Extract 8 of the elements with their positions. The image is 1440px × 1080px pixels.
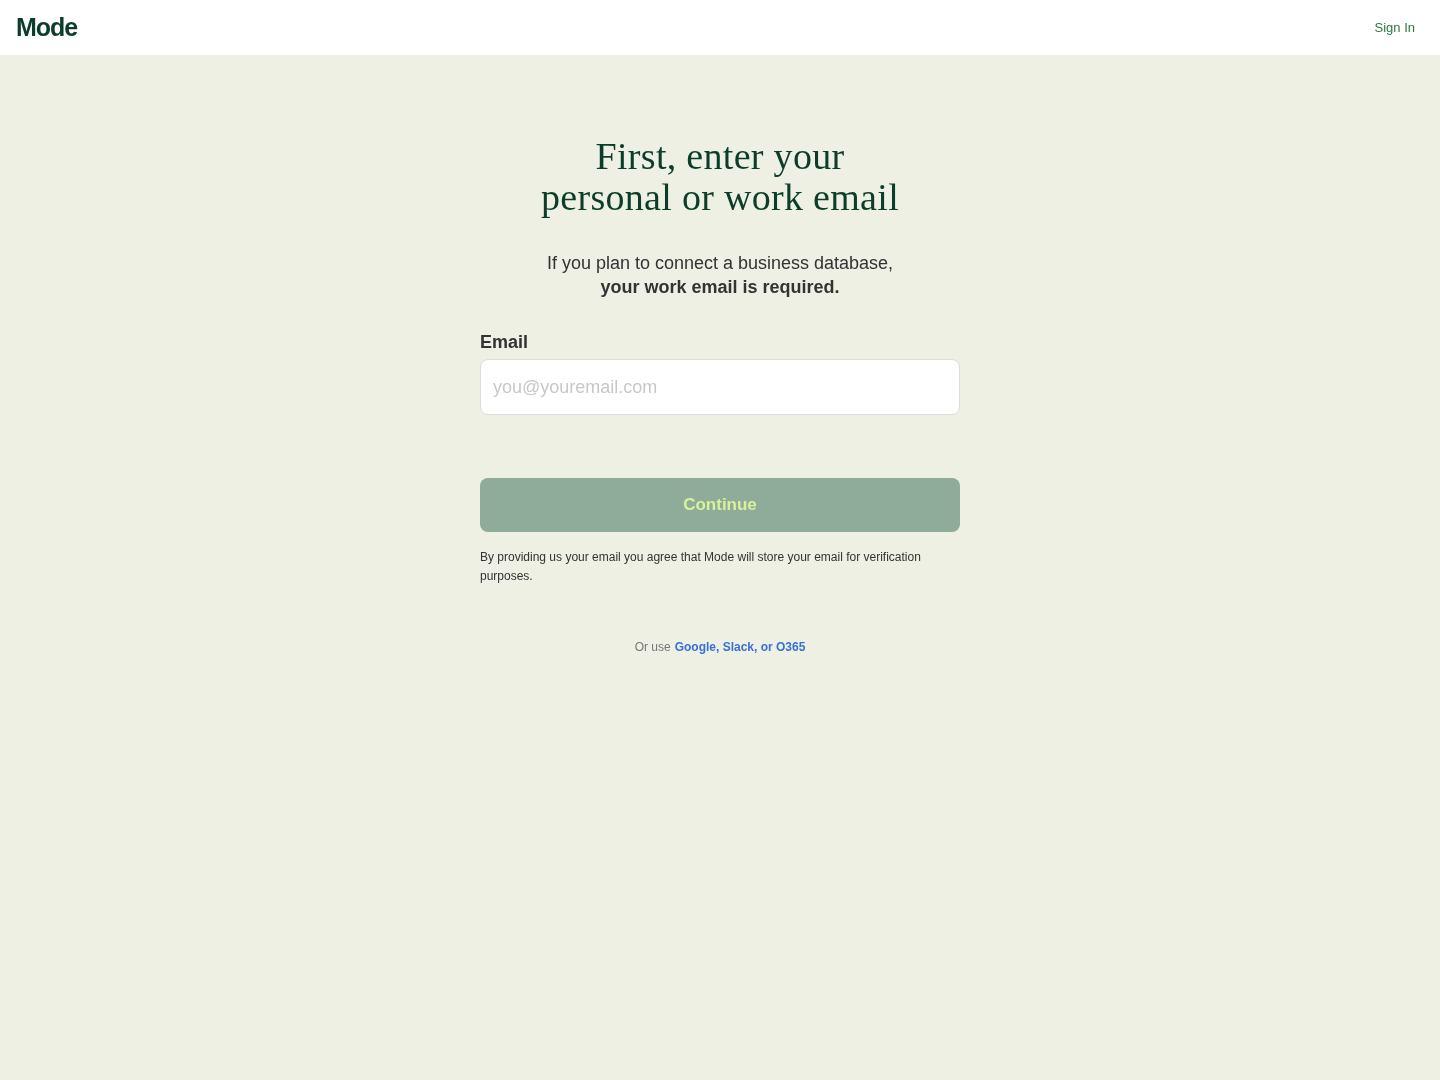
disclaimer-text: By providing us your email you agree that Mode will store your email for verification purposes. [480,549,922,585]
page-heading: First, enter your personal or work email [541,136,899,218]
sign-in-link[interactable]: Sign In [1374,17,1415,38]
subtitle-text: If you plan to connect a business database, your work email is required. [546,252,894,299]
logo[interactable]: Mode [16,15,78,40]
email-label: Email [480,331,529,354]
alternative-signin-link[interactable]: Google, Slack, or O365 [674,638,806,656]
alternative-signin-text: Or use [634,639,671,656]
